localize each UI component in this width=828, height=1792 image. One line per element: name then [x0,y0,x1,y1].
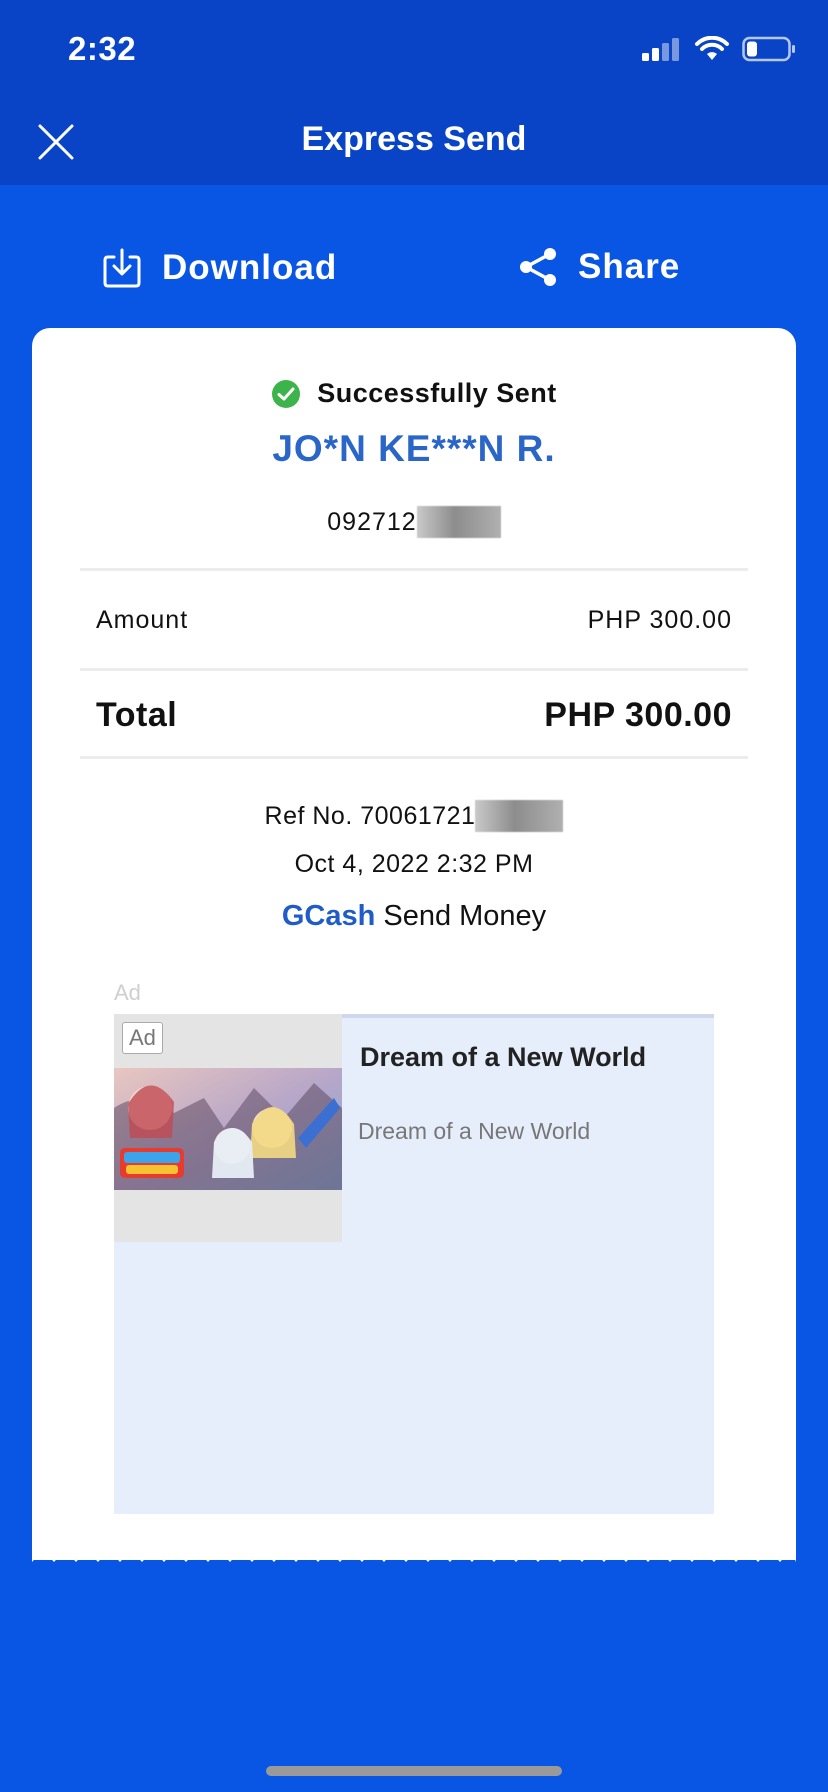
divider [80,756,748,759]
amount-row: Amount PHP 300.00 [96,606,732,635]
ad-game-artwork [114,1068,342,1190]
receipt-card: Successfully Sent JO*N KE***N R. 092712 … [32,328,796,1560]
home-indicator [266,1766,562,1776]
check-circle-icon [272,379,301,408]
ad-image-panel[interactable]: Ad [114,1014,342,1242]
success-status: Successfully Sent [32,378,796,409]
redacted-ref-blur [475,800,564,832]
action-bar: Download Share [0,185,828,330]
ad-description: Dream of a New World [358,1118,591,1144]
total-label: Total [96,696,178,734]
receipt-zigzag-edge [32,1548,796,1562]
amount-value: PHP 300.00 [587,606,732,634]
download-icon [103,248,141,288]
gcash-brand: GCash [281,900,376,932]
amount-label: Amount [96,606,189,634]
ad-badge: Ad [122,1022,163,1054]
ad-top-border [340,1014,714,1018]
share-label: Share [578,247,681,286]
share-button[interactable]: Share [518,247,680,287]
recipient-name: JO*N KE***N R. [272,428,556,469]
ref-number-text: Ref No. 70061721 [264,801,476,830]
service-name: Send Money [383,900,547,932]
status-text: Successfully Sent [317,378,557,408]
cellular-signal-icon [642,38,679,61]
status-icons [640,36,796,62]
redacted-number-blur [416,506,501,538]
nav-bar: Express Send [0,100,828,185]
status-time: 2:32 [68,30,137,67]
reference-number: Ref No. 70061721 [32,800,796,832]
recipient-number: 092712 [32,506,796,538]
service-line: GCash Send Money [32,900,796,933]
transaction-datetime: Oct 4, 2022 2:32 PM [294,850,534,878]
status-bar: 2:32 [0,0,828,100]
page-title: Express Send [301,120,527,158]
total-value: PHP 300.00 [544,696,732,734]
share-icon [520,248,556,286]
wifi-icon [695,36,729,60]
ad-banner[interactable]: Ad Dream of a New World Dream of a New W… [114,1014,714,1514]
battery-icon [742,36,795,62]
ad-title[interactable]: Dream of a New World [360,1042,646,1073]
download-button[interactable]: Download [102,247,337,289]
total-row: Total PHP 300.00 [96,696,732,735]
download-label: Download [162,248,338,287]
divider [80,668,748,671]
recipient-number-text: 092712 [327,507,417,536]
ad-caption: Ad [114,980,141,1005]
divider [80,568,748,571]
